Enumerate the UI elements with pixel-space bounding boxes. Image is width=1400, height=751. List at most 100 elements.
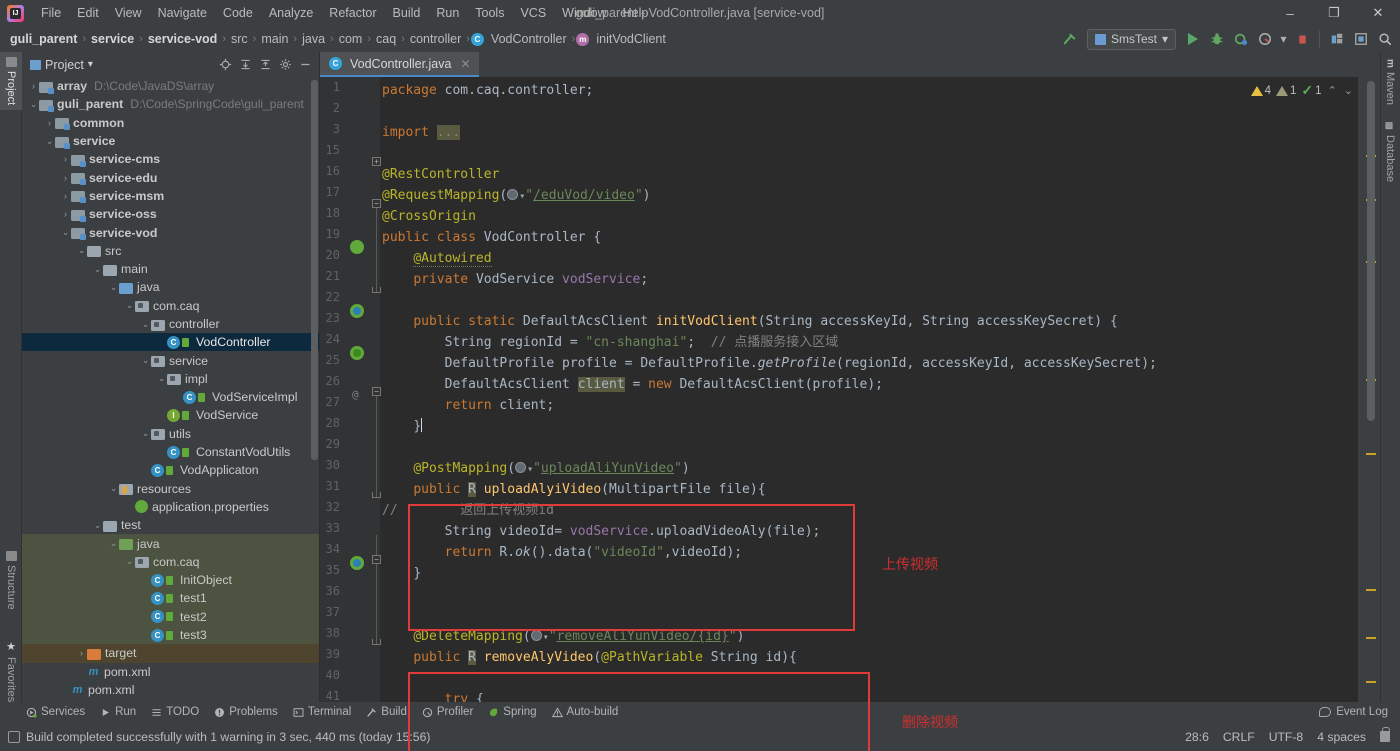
tree-node-java[interactable]: ⌄ java	[22, 278, 319, 296]
line-separator[interactable]: CRLF	[1223, 730, 1255, 744]
chevron-right-icon[interactable]: ›	[60, 154, 71, 164]
minimize-button[interactable]: –	[1268, 0, 1312, 26]
code-line-39[interactable]: public R removeAlyVideo(@PathVariable St…	[382, 647, 797, 668]
tree-node-impl[interactable]: ⌄ impl	[22, 370, 319, 388]
code-line-34[interactable]: return R.ok().data("videoId",videoId);	[382, 542, 742, 563]
fold-marker[interactable]: −	[372, 387, 381, 396]
code-line-24[interactable]: String regionId = "cn-shanghai"; // 点播服务…	[382, 332, 839, 353]
tree-node-com-caq[interactable]: ⌄ com.caq	[22, 552, 319, 572]
menu-analyze[interactable]: Analyze	[261, 3, 321, 23]
lock-icon[interactable]	[1380, 727, 1390, 742]
inspection-ok-count[interactable]: ✓ 1	[1301, 82, 1321, 99]
chevron-down-icon[interactable]: ⌄	[44, 136, 55, 147]
breadcrumb-item-guli_parent[interactable]: guli_parent	[6, 30, 81, 48]
inspection-widget[interactable]: 4 1 ✓ 1 ⌃ ⌄	[1250, 82, 1354, 99]
sidebar-item-structure[interactable]: Structure	[0, 546, 22, 615]
run-icon[interactable]	[1182, 28, 1204, 50]
tool-window-terminal[interactable]: Terminal	[287, 704, 357, 720]
file-encoding[interactable]: UTF-8	[1269, 730, 1304, 744]
breadcrumb-item-controller[interactable]: controller	[406, 30, 465, 48]
sidebar-item-project[interactable]: Project	[0, 52, 22, 111]
tool-window-build[interactable]: Build	[360, 704, 413, 720]
code-line-27[interactable]: return client;	[382, 395, 555, 416]
spring-autowired-icon[interactable]	[350, 346, 365, 361]
chevron-down-icon[interactable]: ⌄	[140, 319, 151, 330]
breadcrumb-item-service[interactable]: service	[87, 30, 138, 48]
breadcrumb-item-main[interactable]: main	[257, 30, 292, 48]
chevron-down-icon[interactable]: ⌄	[140, 355, 151, 366]
code-line-38[interactable]: @DeleteMapping(▾"removeAliYunVideo/{id}"…	[382, 626, 744, 647]
tree-node-src[interactable]: ⌄ src	[22, 242, 319, 260]
tree-node-pom-xml[interactable]: ›mpom.xml	[22, 663, 319, 681]
code-line-30[interactable]: @PostMapping(▾"uploadAliYunVideo")	[382, 458, 689, 479]
weak-warning-count[interactable]: 1	[1276, 85, 1296, 97]
menu-view[interactable]: View	[107, 3, 150, 23]
warning-count[interactable]: 4	[1250, 85, 1271, 97]
menu-code[interactable]: Code	[215, 3, 261, 23]
chevron-down-icon[interactable]: ⌄	[92, 520, 103, 531]
warning-marker[interactable]	[1366, 589, 1376, 591]
chevron-down-icon[interactable]: ⌄	[92, 264, 103, 275]
code-line-26[interactable]: DefaultAcsClient client = new DefaultAcs…	[382, 374, 883, 395]
code-content[interactable]: package com.caq.controller; import ... @Re…	[382, 77, 1358, 711]
editor-vertical-scrollbar[interactable]	[1367, 81, 1375, 421]
code-line-35[interactable]: }	[382, 563, 421, 584]
indent-setting[interactable]: 4 spaces	[1317, 730, 1366, 744]
tree-node-service[interactable]: ⌄ service	[22, 132, 319, 150]
tool-window-spring[interactable]: Spring	[482, 704, 542, 720]
code-line-17[interactable]: @RequestMapping(▾"/eduVod/video")	[382, 185, 651, 206]
import-fold-marker[interactable]: +	[372, 157, 381, 166]
editor-tab-VodController[interactable]: C VodController.java ✕	[320, 52, 479, 77]
menu-edit[interactable]: Edit	[69, 3, 107, 23]
sidebar-item-database[interactable]: ▩ Database	[1380, 116, 1400, 187]
breadcrumb-item-caq[interactable]: caq	[372, 30, 400, 48]
tool-window-problems[interactable]: Problems	[208, 704, 284, 720]
tool-window-profiler[interactable]: Profiler	[416, 704, 479, 720]
hammer-icon[interactable]	[1059, 28, 1081, 50]
code-line-33[interactable]: String videoId= vodService.uploadVideoAl…	[382, 521, 821, 542]
tree-node-test3[interactable]: ›Ctest3	[22, 625, 319, 645]
code-line-1[interactable]: package com.caq.controller;	[382, 80, 593, 101]
stop-icon[interactable]	[1291, 28, 1313, 50]
code-line-25[interactable]: DefaultProfile profile = DefaultProfile.…	[382, 353, 1157, 374]
code-line-18[interactable]: @CrossOrigin	[382, 206, 476, 227]
run-configuration-selector[interactable]: SmsTest ▾	[1086, 28, 1176, 50]
tool-window-todo[interactable]: TODO	[145, 704, 205, 720]
warning-marker[interactable]	[1366, 681, 1376, 683]
tree-node-VodServiceImpl[interactable]: ›CVodServiceImpl	[22, 388, 319, 406]
chevron-right-icon[interactable]: ›	[44, 118, 55, 128]
tree-node-common[interactable]: › common	[22, 114, 319, 132]
tree-node-test2[interactable]: ›Ctest2	[22, 607, 319, 626]
chevron-down-icon[interactable]: ⌄	[108, 483, 119, 494]
expand-all-icon[interactable]	[236, 55, 255, 74]
editor-gutter[interactable]: − − − − − + @ 12315161718192021222324252…	[320, 77, 381, 751]
tree-node-InitObject[interactable]: ›CInitObject	[22, 571, 319, 590]
fold-marker[interactable]: −	[372, 555, 381, 564]
tree-node-service-edu[interactable]: › service-edu	[22, 168, 319, 186]
tool-window-auto-build[interactable]: Auto-build	[546, 704, 625, 720]
spring-mapping-icon[interactable]	[350, 556, 365, 571]
breadcrumb-item-service-vod[interactable]: service-vod	[144, 30, 221, 48]
coverage-icon[interactable]	[1230, 28, 1252, 50]
spring-bean-icon[interactable]	[350, 304, 365, 319]
tree-node-resources[interactable]: ⌄ resources	[22, 480, 319, 498]
chevron-down-icon[interactable]: ⌄	[108, 538, 119, 549]
tree-node-VodService[interactable]: ›IVodService	[22, 406, 319, 424]
caret-position[interactable]: 28:6	[1185, 730, 1209, 744]
menu-file[interactable]: File	[33, 3, 69, 23]
chevron-down-icon[interactable]: ⌄	[124, 300, 135, 311]
tree-node-service-oss[interactable]: › service-oss	[22, 205, 319, 223]
tree-node-VodApplicaton[interactable]: ›CVodApplicaton	[22, 461, 319, 479]
tree-node-test1[interactable]: ›Ctest1	[22, 589, 319, 608]
tree-node-main[interactable]: ⌄ main	[22, 260, 319, 278]
tree-node-test[interactable]: ⌄ test	[22, 516, 319, 534]
breadcrumb-item-com[interactable]: com	[335, 30, 367, 48]
tree-node-utils[interactable]: ⌄ utils	[22, 425, 319, 443]
menu-navigate[interactable]: Navigate	[150, 3, 215, 23]
chevron-right-icon[interactable]: ›	[60, 209, 71, 219]
project-tree[interactable]: › array D:\Code\JavaDS\array ⌄ guli_parent D:…	[22, 77, 319, 711]
tree-node-com-caq[interactable]: ⌄ com.caq	[22, 297, 319, 315]
chevron-down-icon[interactable]: ⌄	[28, 99, 39, 110]
chevron-right-icon[interactable]: ›	[76, 648, 87, 658]
menu-vcs[interactable]: VCS	[512, 3, 554, 23]
